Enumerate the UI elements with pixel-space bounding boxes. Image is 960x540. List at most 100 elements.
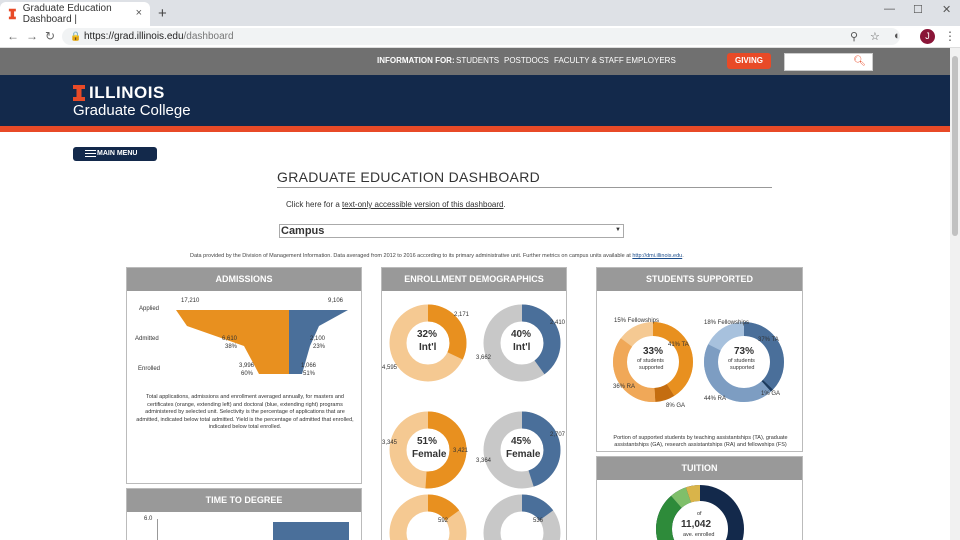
profile-avatar[interactable]: J [920,29,935,44]
doctoral-admitted-pct: 23% [313,344,326,350]
students-supported-panel: STUDENTS SUPPORTED 15% Fellowships 41% T… [596,267,803,452]
supported-right-pct: 73% [734,346,755,357]
enrollment-donut-1-pct: 40% [511,329,532,340]
doctoral-enrolled-pct: 51% [303,371,316,377]
enrollment-donut-3-count-a: 2,707 [550,432,566,438]
nav-link-students[interactable]: STUDENTS [456,56,499,65]
enrollment-donut-0-pct: 32% [417,329,438,340]
masters-admitted-pct: 38% [225,344,238,350]
extension-icon[interactable]: ◐ [894,30,901,42]
banner-stripe [0,126,950,132]
text-only-notice: Click here for a text-only accessible ve… [286,200,506,209]
info-for-label: INFORMATION FOR: [377,56,455,65]
enrollment-donuts [389,304,561,540]
masters-admitted: 6,610 [222,336,238,342]
page-scrollbar[interactable] [950,48,960,540]
supported-right-ta-label: 37% TA [758,337,779,343]
unit-select-value: Campus [281,225,325,237]
minimize-icon[interactable]: — [884,3,895,15]
students-supported-donuts [613,322,784,402]
supported-right-sub1: of students [728,358,755,364]
dropdown-arrow-icon[interactable]: ▼ [615,224,621,236]
time-to-degree-panel: TIME TO DEGREE 6.0 [126,488,362,540]
nav-link-employers[interactable]: EMPLOYERS [626,56,676,65]
enrollment-partial-left: 592 [438,518,449,524]
text-only-suffix: . [503,200,506,209]
masters-funnel-shape [176,310,289,374]
close-tab-icon[interactable]: × [136,7,142,19]
nav-link-faculty-staff[interactable]: FACULTY & STAFF [554,56,624,65]
doctoral-applied: 9,106 [328,298,344,304]
maximize-icon[interactable]: ☐ [913,3,923,16]
site-search-input[interactable]: 🔍︎ [784,53,873,71]
main-menu-label: MAIN MENU [97,150,138,157]
browser-tab[interactable]: Graduate Education Dashboard | × [0,2,150,26]
supported-left-ta-label: 41% TA [668,342,689,348]
supported-right-ra-label: 44% RA [704,396,727,402]
nav-link-postdocs[interactable]: POSTDOCS [504,56,549,65]
time-to-degree-axis [157,519,158,540]
url-host: https://grad.illinois.edu [84,31,184,42]
scrollbar-thumb[interactable] [952,56,958,236]
new-tab-button[interactable]: + [158,5,167,22]
enrollment-donut-3-count-b: 3,364 [476,458,492,464]
supported-right-fellowships: 18% Fellowships [704,320,750,326]
tuition-of: of [697,511,702,517]
supported-left-sub2: supported [639,365,664,371]
masters-applied: 17,210 [181,298,200,304]
bookmark-star-icon[interactable]: ☆ [870,30,880,43]
doctoral-admitted: 2,100 [310,336,326,342]
supported-left-pct: 33% [643,346,664,357]
browser-toolbar: ← → ↻ 🔒 https://grad.illinois.edu/dashbo… [0,26,960,48]
supported-left-sub1: of students [637,358,664,364]
tuition-panel: TUITION of 11,042 ave. enrolled [596,456,803,540]
close-window-icon[interactable]: ✕ [942,3,951,16]
enrollment-donut-2-count-b: 3,345 [382,440,398,446]
brand-graduate-college[interactable]: Graduate College [73,102,191,119]
browser-menu-icon[interactable]: ⋮ [944,29,956,43]
enrollment-donut-2-label: Female [412,449,447,460]
supported-right-sub2: supported [730,365,755,371]
address-bar[interactable]: 🔒 https://grad.illinois.edu/dashboard [62,28,900,45]
main-menu-button[interactable]: MAIN MENU [73,147,157,161]
enrollment-donut-1-count-a: 2,410 [550,320,566,326]
supported-left-fellowships: 15% Fellowships [614,318,660,324]
doctoral-funnel-shape [289,310,348,374]
text-only-prefix: Click here for a [286,200,343,209]
text-only-link[interactable]: text-only accessible version of this das… [342,200,503,209]
zoom-icon[interactable]: ⚲ [850,30,858,43]
supported-right-ga-label: 1% GA [761,391,781,397]
supported-left-ra-label: 36% RA [613,384,636,390]
enrollment-donut-0-label: Int'l [419,342,437,353]
unit-select[interactable]: Campus ▼ [279,224,624,238]
url-path: /dashboard [183,31,234,42]
enrollment-donut-1-label: Int'l [513,342,531,353]
site-top-nav: INFORMATION FOR: STUDENTS POSTDOCS FACUL… [0,48,950,75]
time-to-degree-title: TIME TO DEGREE [127,489,361,512]
enrollment-donut-3-pct: 45% [511,436,532,447]
brand-illinois[interactable]: ILLINOIS [89,83,165,103]
supported-note: Portion of supported students by teachin… [613,435,788,448]
search-icon[interactable]: 🔍︎ [853,56,866,67]
block-i-logo-icon[interactable] [73,85,85,101]
enrollment-donut-1-count-b: 3,662 [476,355,492,361]
row-label-enrolled: Enrolled [138,366,161,372]
enrollment-donut-0-count-a: 2,171 [454,312,470,318]
masters-enrolled: 3,996 [239,363,255,369]
giving-button[interactable]: GIVING [727,53,771,69]
browser-tab-bar: Graduate Education Dashboard | × + — ☐ ✕ [0,0,960,26]
forward-icon[interactable]: → [26,29,38,43]
row-label-applied: Applied [139,306,160,312]
time-to-degree-bar [273,522,349,540]
title-divider [277,187,772,188]
tuition-sub: ave. enrolled [683,532,715,538]
enrollment-donut-0-count-b: 4,595 [382,365,398,371]
tab-title: Graduate Education Dashboard | [22,3,112,25]
reload-icon[interactable]: ↻ [45,29,55,43]
data-source-note: Data provided by the Division of Managem… [190,253,684,259]
dmi-link[interactable]: http://dmi.illinois.edu [632,253,682,259]
enrollment-donut-2-pct: 51% [417,436,438,447]
back-icon[interactable]: ← [7,29,19,43]
data-source-text: Data provided by the Division of Managem… [190,253,633,259]
masters-enrolled-pct: 60% [241,371,254,377]
